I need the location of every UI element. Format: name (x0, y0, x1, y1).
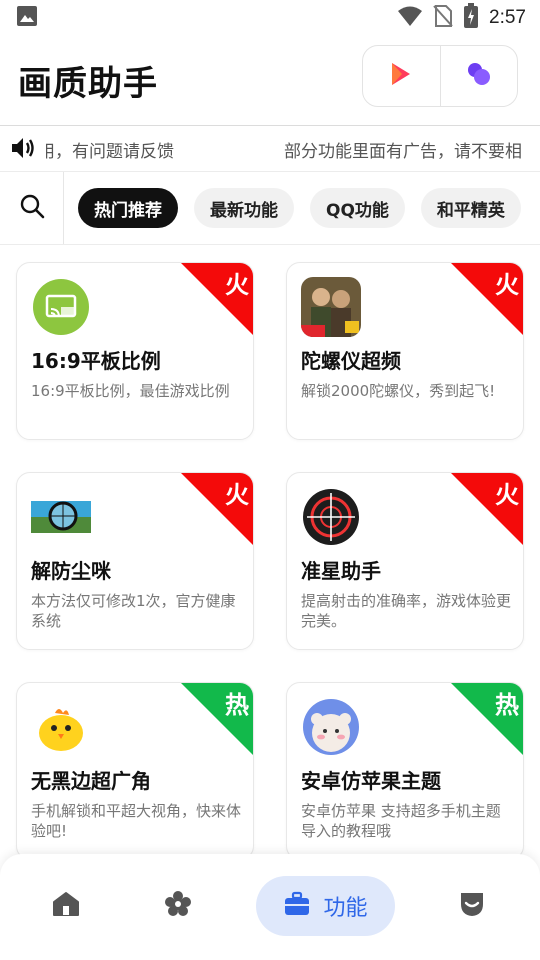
category-tabs: 热门推荐 最新功能 QQ功能 和平精英 (64, 188, 521, 228)
status-time: 2:57 (489, 7, 526, 28)
search-button[interactable] (0, 172, 64, 244)
feature-card[interactable]: 准星助手 提高射击的准确率，游戏体验更完美。 火 (286, 472, 524, 650)
hot-badge: 火 (451, 473, 523, 545)
card-title: 准星助手 (301, 559, 381, 583)
tab-pubg[interactable]: 和平精英 (420, 188, 521, 228)
battery-charging-icon (463, 3, 479, 33)
nav-discover[interactable] (148, 876, 208, 936)
badge-label: 热 (495, 691, 519, 719)
nav-features[interactable]: 功能 (256, 876, 395, 936)
no-sim-icon (433, 4, 453, 32)
marquee-track: 用，有问题请反馈 部分功能里面有广告，请不要相 (46, 126, 540, 170)
home-icon (52, 891, 80, 921)
card-desc: 手机解锁和平超大视角，快来体验吧! (31, 802, 242, 840)
tab-hot[interactable]: 热门推荐 (78, 188, 178, 228)
video-button[interactable] (363, 46, 440, 106)
shield-icon (458, 890, 486, 922)
bear-avatar-icon (301, 697, 361, 757)
bubbles-logo-icon (465, 60, 493, 92)
card-title: 陀螺仪超频 (301, 349, 401, 373)
nav-profile[interactable] (442, 876, 502, 936)
play-logo-icon (389, 61, 413, 91)
nav-home[interactable] (36, 876, 96, 936)
badge-label: 热 (225, 691, 249, 719)
card-desc: 16:9平板比例，最佳游戏比例 (31, 382, 230, 400)
tab-qq[interactable]: QQ功能 (310, 188, 405, 228)
hot-badge: 火 (181, 473, 253, 545)
speaker-icon (10, 136, 36, 160)
badge-label: 火 (225, 481, 249, 509)
chick-icon (31, 697, 91, 757)
nav-features-label: 功能 (323, 896, 368, 921)
scope-view-icon (31, 487, 91, 547)
feature-card[interactable]: 16:9平板比例 16:9平板比例，最佳游戏比例 火 (16, 262, 254, 440)
feature-card[interactable]: 安卓仿苹果主题 安卓仿苹果 支持超多手机主题导入的教程哦 热 (286, 682, 524, 860)
category-bar: 热门推荐 最新功能 QQ功能 和平精英 (0, 172, 540, 244)
crosshair-icon (301, 487, 361, 547)
card-title: 解防尘咪 (31, 559, 111, 583)
category-divider (0, 244, 540, 245)
card-desc: 提高射击的准确率，游戏体验更完美。 (301, 592, 512, 630)
wifi-icon (397, 5, 423, 31)
hot-badge: 火 (451, 263, 523, 335)
flower-icon (164, 890, 192, 922)
marquee-text-2: 部分功能里面有广告，请不要相 (284, 142, 522, 162)
card-title: 安卓仿苹果主题 (301, 769, 441, 793)
hot-badge: 热 (181, 683, 253, 755)
status-bar: 2:57 (0, 0, 540, 36)
badge-label: 火 (495, 271, 519, 299)
briefcase-icon (283, 891, 311, 921)
card-desc: 安卓仿苹果 支持超多手机主题导入的教程哦 (301, 802, 501, 840)
bottom-nav: 功能 (0, 854, 540, 960)
feature-card[interactable]: 无黑边超广角 手机解锁和平超大视角，快来体验吧! 热 (16, 682, 254, 860)
card-desc: 解锁2000陀螺仪，秀到起飞! (301, 382, 496, 400)
feature-card[interactable]: 陀螺仪超频 解锁2000陀螺仪，秀到起飞! 火 (286, 262, 524, 440)
card-desc: 本方法仅可修改1次，官方健康系统 (31, 592, 236, 630)
tab-new[interactable]: 最新功能 (194, 188, 294, 228)
feature-card[interactable]: 解防尘咪 本方法仅可修改1次，官方健康系统 火 (16, 472, 254, 650)
link-button[interactable] (441, 46, 518, 106)
game-characters-icon (301, 277, 361, 337)
announcement-marquee: 用，有问题请反馈 部分功能里面有广告，请不要相 (0, 126, 540, 170)
card-title: 无黑边超广角 (31, 769, 151, 793)
badge-label: 火 (495, 481, 519, 509)
marquee-text-1: 用，有问题请反馈 (46, 142, 174, 162)
feature-grid: 16:9平板比例 16:9平板比例，最佳游戏比例 火 陀螺仪超频 解锁2000陀… (16, 262, 526, 860)
search-icon (19, 193, 45, 223)
app-header: 画质助手 (0, 36, 540, 124)
card-title: 16:9平板比例 (31, 349, 161, 373)
badge-label: 火 (225, 271, 249, 299)
hot-badge: 热 (451, 683, 523, 755)
hot-badge: 火 (181, 263, 253, 335)
tablet-cast-icon (31, 277, 91, 337)
image-notification-icon (16, 5, 38, 31)
header-actions (362, 45, 518, 107)
page-title: 画质助手 (18, 63, 158, 104)
